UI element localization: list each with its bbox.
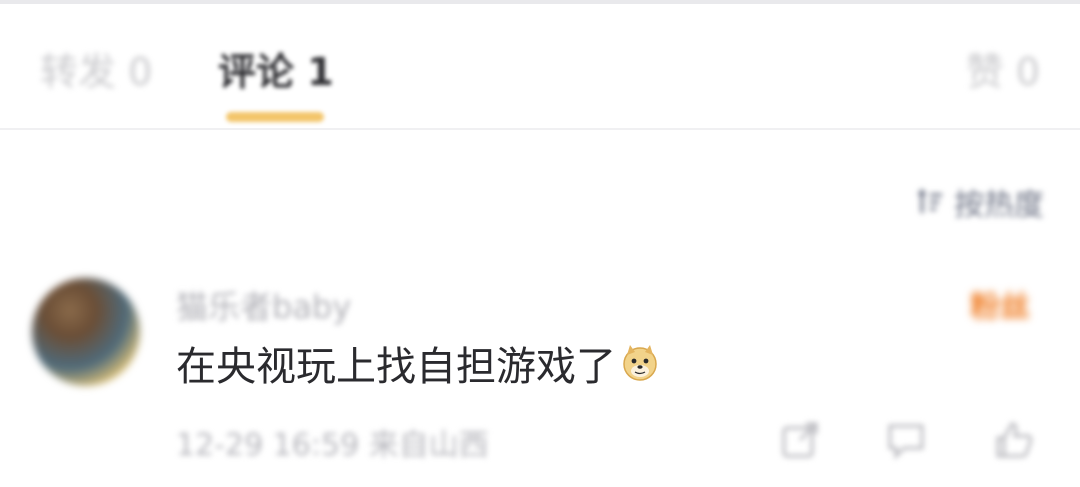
tab-bar: 转发 0 评论 1 赞 0 [0,4,1080,130]
tab-like[interactable]: 赞 0 [966,48,1040,96]
sort-label: 按热度 [954,188,1044,223]
sort-toggle[interactable]: 按热度 [916,180,1044,224]
doge-icon [620,343,660,383]
comment-item: 猫乐者baby 粉丝 在央视玩上找自担游戏了 12-29 16:59 来自山西 [0,270,1080,487]
username[interactable]: 猫乐者baby [176,282,351,328]
avatar[interactable] [32,278,140,386]
comment-text-row: 在央视玩上找自担游戏了 [176,334,660,392]
comment-icon[interactable] [882,416,930,464]
comment-text: 在央视玩上找自担游戏了 [176,344,616,390]
tab-comment[interactable]: 评论 1 [218,48,334,96]
fan-badge: 粉丝 [970,290,1030,325]
like-icon[interactable] [990,416,1038,464]
comment-meta: 12-29 16:59 来自山西 [176,428,489,463]
share-icon[interactable] [776,416,824,464]
active-tab-indicator [226,112,324,122]
sort-icon [916,187,946,217]
tab-repost[interactable]: 转发 0 [40,48,152,96]
